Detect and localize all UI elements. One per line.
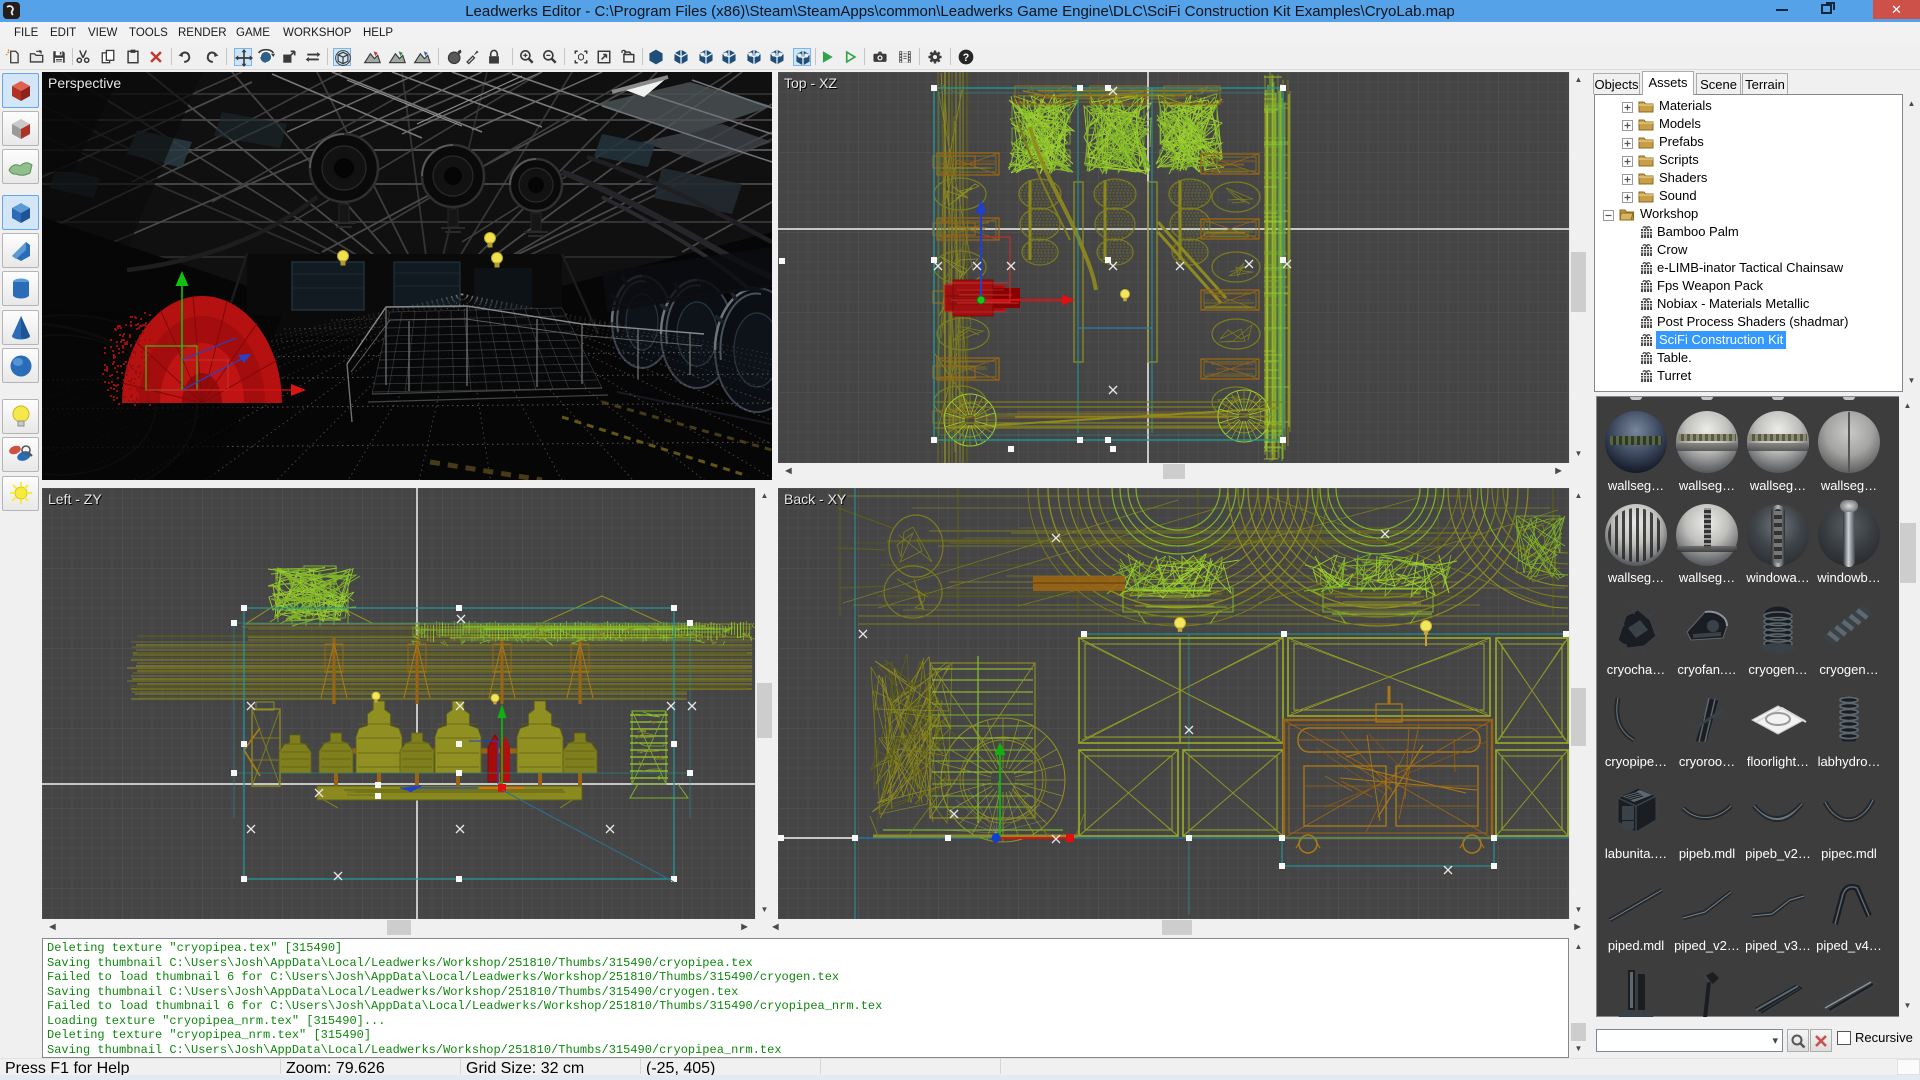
svg-text:?: ? — [963, 52, 970, 64]
